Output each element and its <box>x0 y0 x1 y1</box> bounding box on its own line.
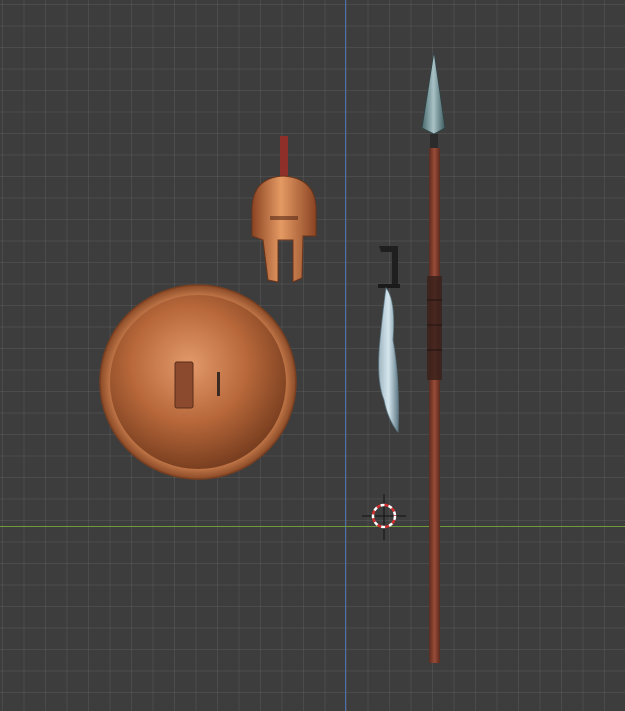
3d-cursor-icon[interactable] <box>362 494 406 540</box>
helmet-shell <box>251 175 317 283</box>
spear-object[interactable] <box>421 51 446 663</box>
sword-object[interactable] <box>378 246 400 434</box>
spear-socket <box>430 134 438 148</box>
spear-head <box>421 51 446 135</box>
shield-handle <box>217 372 220 396</box>
shield-face <box>110 295 286 469</box>
scene-objects <box>99 51 446 663</box>
sword-hilt <box>379 246 398 288</box>
helmet-eye-slit <box>270 216 298 220</box>
sword-blade <box>378 287 399 434</box>
3d-viewport[interactable] <box>0 0 625 711</box>
helmet-object[interactable] <box>251 136 317 283</box>
shield-grip <box>174 361 194 409</box>
sword-guard <box>378 284 400 288</box>
spear-shaft <box>429 148 440 663</box>
spear-grip-wrap <box>427 276 442 380</box>
shield-object[interactable] <box>99 284 297 480</box>
